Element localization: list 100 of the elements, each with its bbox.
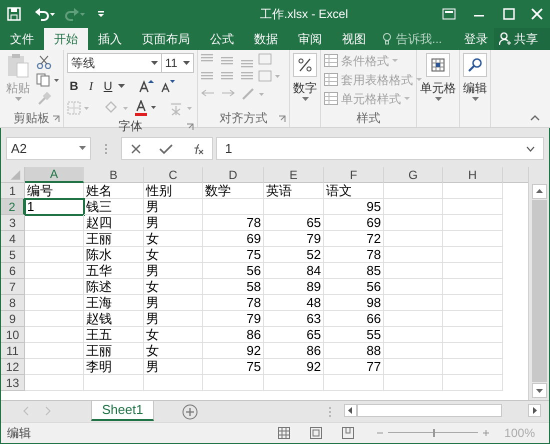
column-header[interactable]: H — [443, 167, 503, 183]
copy-icon[interactable] — [36, 73, 60, 87]
maximize-icon[interactable] — [502, 7, 516, 21]
row-header[interactable]: 10 — [1, 327, 25, 343]
row-header[interactable]: 1 — [1, 183, 25, 199]
close-icon[interactable] — [530, 7, 544, 21]
table-cell[interactable] — [384, 311, 443, 327]
table-cell[interactable]: 75 — [203, 247, 264, 263]
table-cell[interactable]: 女 — [144, 343, 203, 359]
column-header[interactable]: E — [264, 167, 324, 183]
table-cell[interactable] — [384, 295, 443, 311]
scrollbar-thumb[interactable] — [532, 200, 546, 382]
active-cell[interactable]: 1 — [25, 199, 84, 215]
table-cell[interactable]: 78 — [203, 295, 264, 311]
table-cell[interactable]: 79 — [264, 231, 324, 247]
table-cell[interactable]: 王海 — [84, 295, 144, 311]
table-cell[interactable]: 女 — [144, 327, 203, 343]
table-cell[interactable] — [25, 215, 84, 231]
table-cell[interactable]: 陈水 — [84, 247, 144, 263]
table-cell[interactable]: 56 — [203, 263, 264, 279]
row-header[interactable]: 12 — [1, 359, 25, 375]
table-cell[interactable]: 86 — [264, 343, 324, 359]
collapse-ribbon-icon[interactable] — [530, 114, 540, 121]
table-cell[interactable]: 89 — [264, 279, 324, 295]
table-cell[interactable]: 男 — [144, 359, 203, 375]
column-header[interactable]: B — [84, 167, 144, 183]
table-cell[interactable] — [443, 247, 503, 263]
table-cell[interactable] — [25, 279, 84, 295]
table-cell[interactable]: 84 — [264, 263, 324, 279]
table-cell[interactable]: 79 — [203, 311, 264, 327]
page-layout-icon[interactable] — [310, 427, 322, 439]
table-cell[interactable] — [25, 247, 84, 263]
table-cell[interactable]: 63 — [264, 311, 324, 327]
table-cell[interactable]: 男 — [144, 263, 203, 279]
add-sheet-icon[interactable] — [182, 404, 198, 420]
increase-font-icon[interactable] — [138, 79, 154, 93]
table-cell[interactable]: 92 — [203, 343, 264, 359]
cells-button[interactable]: 单元格 — [420, 53, 456, 109]
table-cell[interactable] — [384, 343, 443, 359]
table-cell[interactable] — [443, 263, 503, 279]
table-cell[interactable]: 65 — [264, 327, 324, 343]
italic-button[interactable]: I — [84, 77, 98, 95]
ribbon-display-icon[interactable] — [442, 7, 456, 21]
table-cell[interactable]: 男 — [144, 199, 203, 215]
table-cell[interactable]: 56 — [324, 279, 384, 295]
table-cell[interactable] — [384, 215, 443, 231]
table-cell[interactable]: 王丽 — [84, 343, 144, 359]
column-header[interactable]: C — [144, 167, 203, 183]
table-cell[interactable] — [264, 199, 324, 215]
table-cell[interactable]: 52 — [264, 247, 324, 263]
scroll-up-icon[interactable] — [532, 184, 546, 199]
table-cell[interactable] — [443, 231, 503, 247]
table-cell[interactable]: 王五 — [84, 327, 144, 343]
table-cell[interactable] — [443, 183, 503, 199]
decrease-font-icon[interactable] — [159, 79, 175, 93]
ribbon-tab[interactable]: 视图 — [332, 28, 376, 50]
font-size-field[interactable]: 11 — [162, 53, 194, 73]
ribbon-tab[interactable]: 审阅 — [288, 28, 332, 50]
table-cell[interactable] — [203, 375, 264, 391]
enter-icon[interactable] — [158, 142, 173, 154]
dialog-launcher-icon[interactable] — [52, 115, 60, 123]
bold-button[interactable]: B — [67, 77, 81, 95]
sheet-tab[interactable]: Sheet1 — [91, 401, 154, 421]
table-cell[interactable]: 69 — [203, 231, 264, 247]
column-header[interactable]: G — [384, 167, 443, 183]
table-cell[interactable]: 88 — [324, 343, 384, 359]
table-cell[interactable] — [384, 359, 443, 375]
scissors-icon[interactable] — [36, 55, 52, 69]
table-cell[interactable]: 赵四 — [84, 215, 144, 231]
table-cell[interactable]: 95 — [324, 199, 384, 215]
table-cell[interactable]: 李明 — [84, 359, 144, 375]
table-cell[interactable] — [384, 231, 443, 247]
table-cell[interactable]: 85 — [324, 263, 384, 279]
table-cell[interactable]: 钱三 — [84, 199, 144, 215]
table-cell[interactable] — [443, 199, 503, 215]
ribbon-tab[interactable]: 开始 — [44, 28, 88, 50]
table-cell[interactable] — [25, 327, 84, 343]
row-header[interactable]: 2 — [1, 199, 25, 215]
table-cell[interactable] — [84, 375, 144, 391]
table-cell[interactable]: 66 — [324, 311, 384, 327]
table-cell[interactable]: 65 — [264, 215, 324, 231]
ribbon-tab[interactable]: 文件 — [0, 28, 44, 50]
table-cell[interactable] — [25, 359, 84, 375]
scrollbar-thumb[interactable] — [357, 404, 502, 417]
table-cell[interactable]: 性别 — [144, 183, 203, 199]
table-cell[interactable] — [384, 375, 443, 391]
column-header[interactable]: D — [203, 167, 264, 183]
table-cell[interactable] — [384, 247, 443, 263]
slider-thumb[interactable] — [433, 429, 436, 437]
table-cell[interactable] — [384, 183, 443, 199]
table-cell[interactable] — [25, 343, 84, 359]
table-cell[interactable]: 五华 — [84, 263, 144, 279]
table-cell[interactable] — [25, 263, 84, 279]
table-cell[interactable]: 编号 — [25, 183, 84, 199]
table-cell[interactable] — [25, 375, 84, 391]
table-cell[interactable]: 语文 — [324, 183, 384, 199]
table-cell[interactable]: 姓名 — [84, 183, 144, 199]
table-cell[interactable] — [384, 263, 443, 279]
table-cell[interactable] — [25, 295, 84, 311]
table-cell[interactable] — [443, 343, 503, 359]
